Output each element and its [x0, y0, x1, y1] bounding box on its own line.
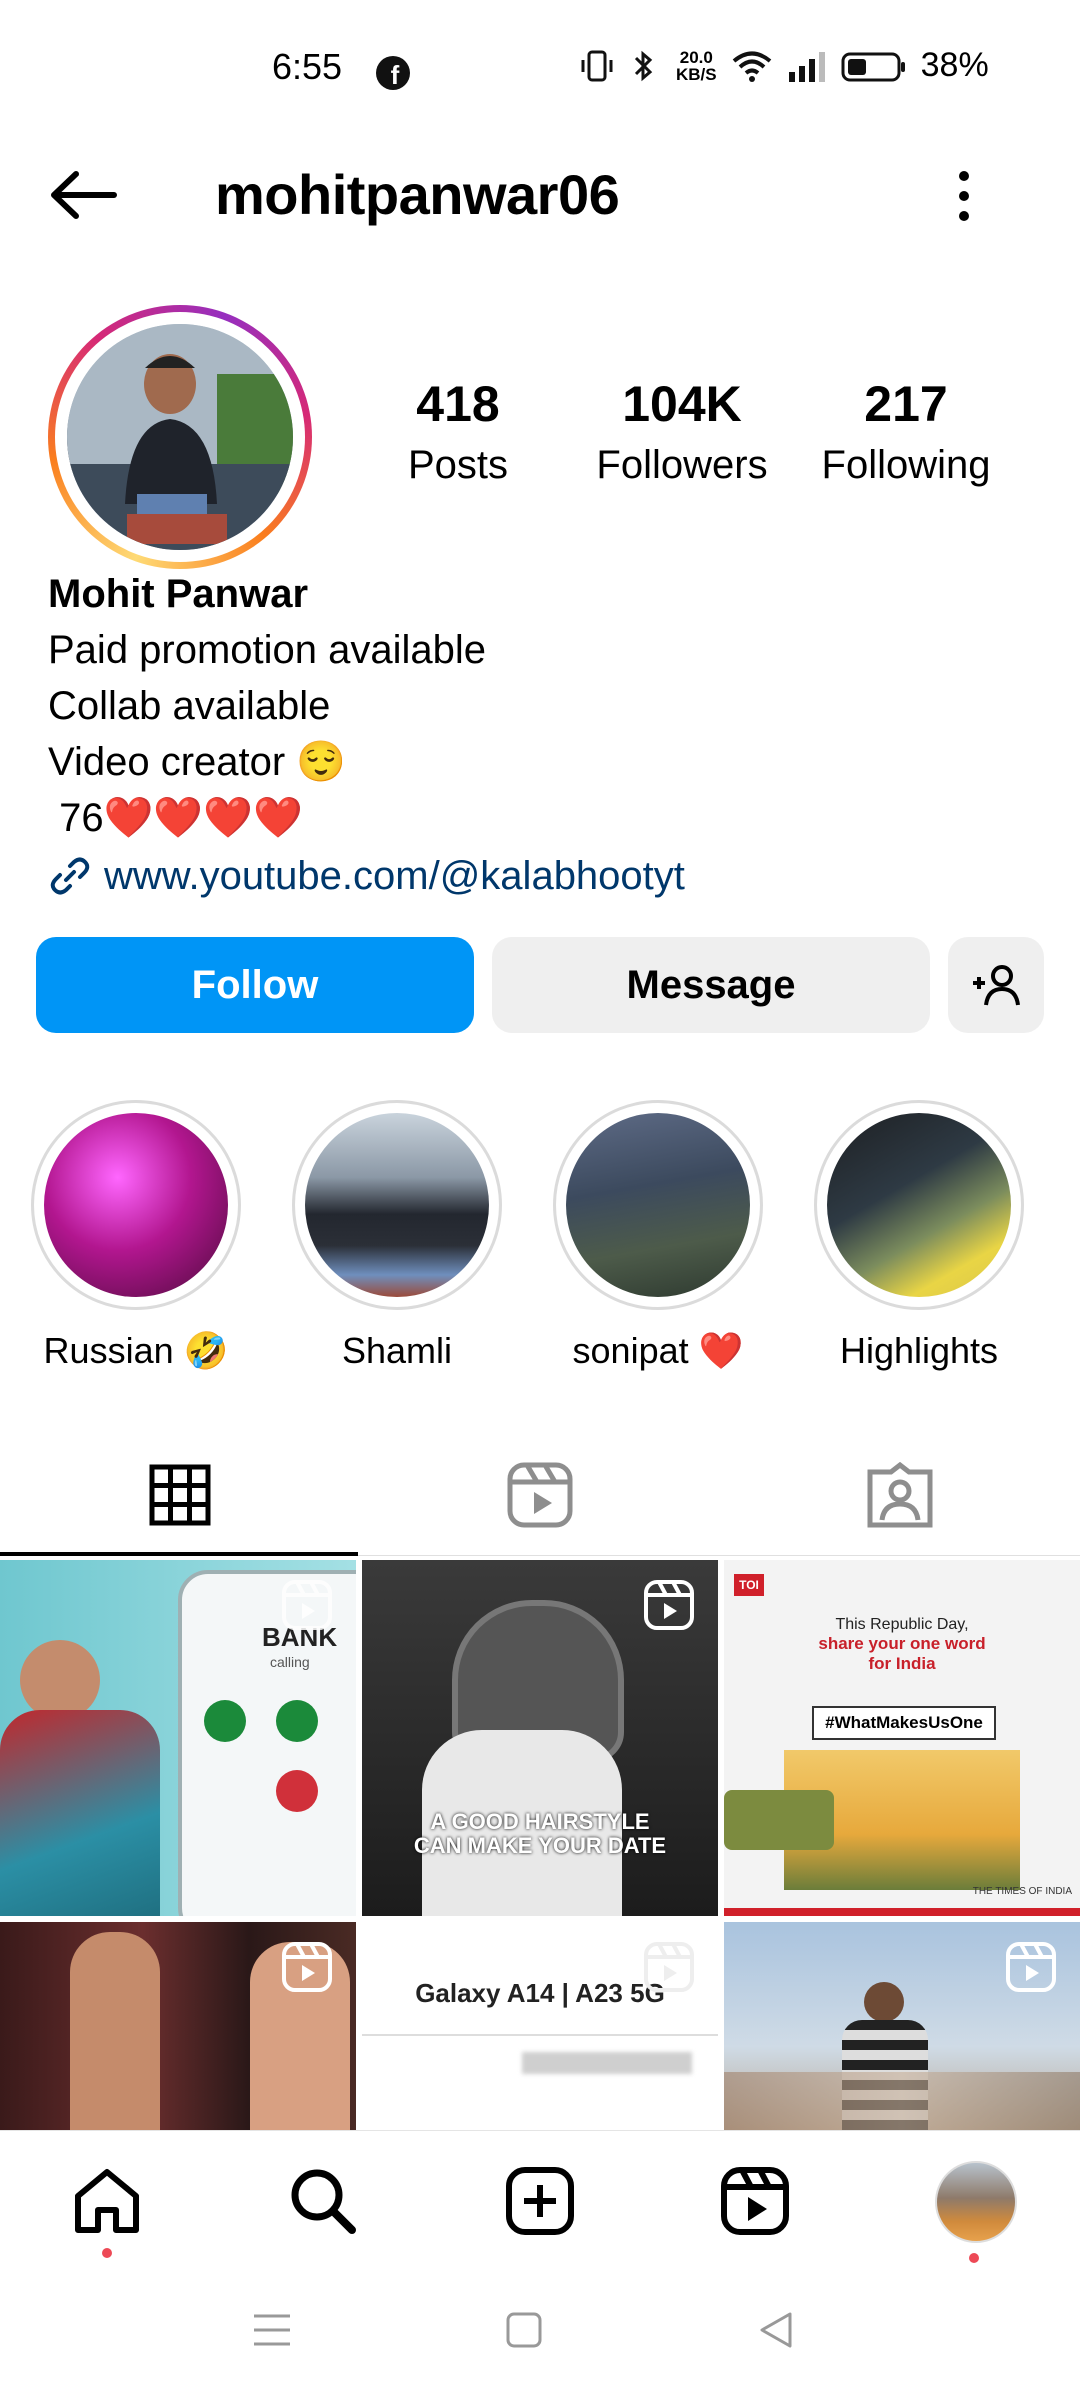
notification-dot [102, 2248, 112, 2258]
posts-count: 418 [416, 376, 500, 432]
reel-badge-icon [644, 1942, 694, 1997]
post-thumbnail[interactable]: Galaxy A14 | A23 5G [362, 1922, 718, 2130]
bio-line: Paid promotion available [48, 628, 487, 672]
notification-dot [969, 2253, 979, 2263]
nav-home[interactable] [72, 2166, 142, 2258]
bio-line: Collab available [48, 684, 331, 728]
svg-text:f: f [391, 60, 400, 90]
posts-grid: BANK calling A GOOD HAIRSTYLE CAN MAKE Y… [0, 1560, 1080, 2130]
follow-button[interactable]: Follow [36, 937, 474, 1033]
post-text: A GOOD HAIRSTYLE CAN MAKE YOUR DATE [413, 1809, 667, 1858]
followers-label: Followers [596, 443, 768, 487]
battery-icon [841, 52, 905, 81]
post-subtext: calling [270, 1654, 310, 1670]
link-text: www.youtube.com/@kalabhootyt [104, 854, 685, 898]
highlight-shamli[interactable]: Shamli [292, 1100, 502, 1372]
post-thumbnail[interactable]: A GOOD HAIRSTYLE CAN MAKE YOUR DATE [362, 1560, 718, 1916]
profile-link[interactable]: www.youtube.com/@kalabhootyt [48, 848, 685, 904]
highlight-label: Highlights [839, 1330, 999, 1371]
bio-line: Video creator 😌 [48, 740, 347, 784]
facebook-notification-icon: f [375, 55, 411, 96]
stat-following[interactable]: 217 Following [816, 375, 996, 488]
post-badge: TOI [734, 1574, 764, 1596]
profile-bio: Mohit Panwar Paid promotion available Co… [48, 566, 685, 904]
post-hashtag: #WhatMakesUsOne [812, 1706, 996, 1740]
posts-label: Posts [407, 443, 509, 487]
battery-percent: 38% [920, 46, 989, 84]
highlight-sonipat[interactable]: sonipat ❤️ [553, 1100, 763, 1372]
highlight-label: sonipat ❤️ [572, 1330, 744, 1371]
bio-line: 76❤️❤️❤️❤️ [48, 796, 303, 840]
post-thumbnail[interactable] [0, 1922, 356, 2130]
back-arrow-icon[interactable] [48, 170, 118, 225]
post-footer: THE TIMES OF INDIA [972, 1886, 1072, 1897]
avatar-photo [67, 324, 293, 550]
nav-create[interactable] [505, 2166, 575, 2241]
add-person-icon [973, 965, 1020, 1006]
highlight-highlights[interactable]: Highlights [814, 1100, 1024, 1372]
highlight-cover [305, 1113, 489, 1297]
stat-posts[interactable]: 418 Posts [368, 375, 548, 488]
search-icon [291, 2169, 356, 2234]
following-count: 217 [864, 376, 948, 432]
network-speed: 20.0 KB/S [676, 47, 717, 84]
wifi-icon [732, 51, 771, 82]
add-post-icon [506, 2167, 574, 2235]
home-square-icon[interactable] [504, 2310, 544, 2355]
more-options-icon[interactable] [952, 168, 976, 229]
following-label: Following [821, 443, 991, 487]
tagged-person-icon [867, 1462, 933, 1528]
tab-reels[interactable] [360, 1440, 720, 1550]
back-triangle-icon[interactable] [756, 2310, 796, 2355]
nav-search[interactable] [288, 2166, 358, 2241]
suggested-users-button[interactable] [948, 937, 1044, 1033]
profile-avatar[interactable] [48, 305, 312, 569]
active-tab-indicator [0, 1552, 358, 1556]
profile-name: Mohit Panwar [48, 572, 309, 616]
system-navigation [0, 2270, 1080, 2400]
bluetooth-icon [634, 50, 653, 81]
reels-nav-icon [721, 2167, 789, 2235]
highlight-cover [827, 1113, 1011, 1297]
post-thumbnail[interactable] [724, 1922, 1080, 2130]
tab-posts-grid[interactable] [0, 1440, 360, 1550]
nav-reels[interactable] [720, 2166, 790, 2241]
highlight-cover [566, 1113, 750, 1297]
tab-divider [358, 1555, 1080, 1556]
post-text: share your one word [818, 1634, 986, 1653]
post-text: for India [868, 1654, 936, 1673]
highlight-russian[interactable]: Russian 🤣 [31, 1100, 241, 1372]
post-thumbnail[interactable]: TOI This Republic Day, share your one wo… [724, 1560, 1080, 1916]
message-button[interactable]: Message [492, 937, 930, 1033]
highlight-cover [44, 1113, 228, 1297]
menu-icon[interactable] [250, 2310, 294, 2355]
profile-username: mohitpanwar06 [215, 163, 620, 226]
status-time: 6:55 [272, 46, 343, 87]
reel-badge-icon [282, 1580, 332, 1635]
status-icons: 20.0 KB/S 38% [580, 46, 989, 85]
profile-avatar-small [935, 2161, 1017, 2243]
nav-profile[interactable] [935, 2161, 1017, 2263]
reel-badge-icon [282, 1942, 332, 1997]
highlight-label: Russian 🤣 [43, 1330, 229, 1371]
bottom-navigation [0, 2130, 1080, 2271]
highlight-label: Shamli [341, 1330, 453, 1371]
grid-icon [149, 1464, 211, 1526]
reel-badge-icon [1006, 1942, 1056, 1997]
signal-icon [788, 51, 825, 82]
reel-badge-icon [644, 1580, 694, 1635]
post-thumbnail[interactable]: BANK calling [0, 1560, 356, 1916]
tab-tagged[interactable] [720, 1440, 1080, 1550]
post-text: This Republic Day, [835, 1616, 969, 1633]
stat-followers[interactable]: 104K Followers [592, 375, 772, 488]
reels-icon [507, 1462, 573, 1528]
home-icon [75, 2169, 139, 2233]
followers-count: 104K [622, 376, 742, 432]
vibrate-icon [581, 50, 613, 81]
link-icon [50, 857, 90, 895]
